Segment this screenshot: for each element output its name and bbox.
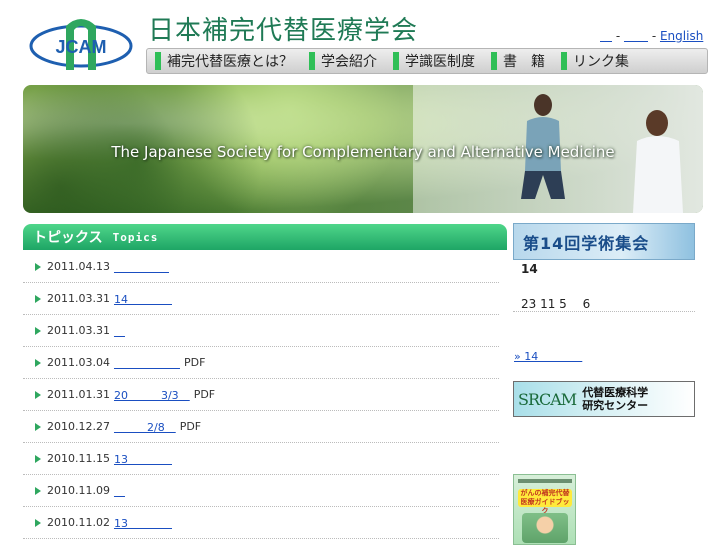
srcam-text: 代替医療科学 研究センター xyxy=(582,386,648,412)
topic-link[interactable]: 20＿＿＿3/3＿ xyxy=(114,387,190,403)
topics-title-jp: トピックス xyxy=(33,230,103,246)
srcam-banner[interactable]: SRCAM 代替医療科学 研究センター xyxy=(513,381,695,417)
hero-banner: The Japanese Society for Complementary a… xyxy=(23,85,703,213)
nav-bullet-icon xyxy=(561,52,567,70)
logo-text: JCAM xyxy=(55,37,106,57)
topic-tail: PDF xyxy=(179,420,202,433)
nav-label: 補完代替医療とは？ xyxy=(167,54,293,70)
lang-sep-2: - xyxy=(648,29,660,43)
topic-link[interactable]: ＿＿＿2/8＿ xyxy=(114,419,176,435)
jcam-logo[interactable]: JCAM xyxy=(28,14,134,72)
arrow-right-icon xyxy=(35,454,41,463)
conference-date: 23 11 5 6 xyxy=(521,297,591,311)
topic-link[interactable]: ＿＿＿＿＿＿ xyxy=(114,355,180,371)
list-item: 2010.12.27 ＿＿＿2/8＿ PDF xyxy=(23,411,499,443)
conference-banner[interactable]: 第14回学術集会 xyxy=(513,223,695,260)
arrow-right-icon xyxy=(35,358,41,367)
list-item: 2011.03.04 ＿＿＿＿＿＿ PDF xyxy=(23,347,499,379)
topic-date: 2010.11.02 xyxy=(47,516,110,529)
book-illustration-icon xyxy=(522,513,568,543)
topic-link[interactable]: ＿ xyxy=(114,323,125,339)
site-title: 日本補完代替医療学会 xyxy=(148,16,419,46)
topics-list: 2011.04.13 ＿＿＿＿＿ 2011.03.31 14＿＿＿＿ 2011.03… xyxy=(23,251,499,539)
nav-item-society[interactable]: 学会紹介 xyxy=(309,51,377,71)
nav-label: 書 籍 xyxy=(503,54,545,70)
book-title: がんの補完代替医療ガイドブック xyxy=(518,489,572,515)
topic-link[interactable]: 13＿＿＿＿ xyxy=(114,515,172,531)
topic-date: 2011.04.13 xyxy=(47,260,110,273)
srcam-line1: 代替医療科学 xyxy=(582,386,649,399)
topic-tail: PDF xyxy=(183,356,206,369)
nav-item-about-cam[interactable]: 補完代替医療とは？ xyxy=(155,51,293,71)
list-item: 2011.03.31 ＿ xyxy=(23,315,499,347)
nav-bullet-icon xyxy=(491,52,497,70)
topic-date: 2011.01.31 xyxy=(47,388,110,401)
topic-date: 2011.03.31 xyxy=(47,292,110,305)
list-item: 2010.11.15 13＿＿＿＿ xyxy=(23,443,499,475)
arrow-right-icon xyxy=(35,390,41,399)
list-item: 2010.11.09 ＿ xyxy=(23,475,499,507)
banner-text: The Japanese Society for Complementary a… xyxy=(111,143,615,161)
list-item: 2011.03.31 14＿＿＿＿ xyxy=(23,283,499,315)
topic-date: 2010.11.09 xyxy=(47,484,110,497)
conference-link[interactable]: » 14＿＿＿＿ xyxy=(514,350,582,363)
topics-header: トピックス Topics xyxy=(23,224,507,250)
topic-date: 2010.11.15 xyxy=(47,452,110,465)
lang-sep-1: - xyxy=(612,29,624,43)
nav-label: 学識医制度 xyxy=(405,54,475,70)
arrow-right-icon xyxy=(35,294,41,303)
list-item: 2011.04.13 ＿＿＿＿＿ xyxy=(23,251,499,283)
language-links: ＿ - ＿＿ - English xyxy=(600,27,703,44)
conference-number: 14 xyxy=(521,262,538,276)
topic-link[interactable]: 13＿＿＿＿ xyxy=(114,451,172,467)
sidebar-divider xyxy=(513,311,695,312)
nav-label: 学会紹介 xyxy=(321,54,377,70)
arrow-right-icon xyxy=(35,486,41,495)
topic-link[interactable]: ＿ xyxy=(114,483,125,499)
lang-link-english[interactable]: English xyxy=(660,29,703,43)
arrow-right-icon xyxy=(35,422,41,431)
lang-link-2[interactable]: ＿＿ xyxy=(624,29,648,43)
srcam-logo: SRCAM xyxy=(518,389,577,409)
topic-tail: PDF xyxy=(193,388,216,401)
conference-link-wrap: » 14＿＿＿＿ xyxy=(514,348,582,364)
topic-date: 2011.03.04 xyxy=(47,356,110,369)
jcam-logo-icon: JCAM xyxy=(29,19,133,70)
topics-title-en: Topics xyxy=(112,230,159,244)
arrow-right-icon xyxy=(35,518,41,527)
topic-link[interactable]: ＿＿＿＿＿ xyxy=(114,259,169,275)
nav-item-certification[interactable]: 学識医制度 xyxy=(393,51,475,71)
nav-item-books[interactable]: 書 籍 xyxy=(491,51,545,71)
arrow-right-icon xyxy=(35,262,41,271)
nav-bullet-icon xyxy=(309,52,315,70)
book-header-strip xyxy=(518,479,572,483)
topic-date: 2011.03.31 xyxy=(47,324,110,337)
list-item: 2010.11.02 13＿＿＿＿ xyxy=(23,507,499,539)
nav-bullet-icon xyxy=(155,52,161,70)
srcam-line2: 研究センター xyxy=(582,399,649,412)
topic-link[interactable]: 14＿＿＿＿ xyxy=(114,291,172,307)
list-item: 2011.01.31 20＿＿＿3/3＿ PDF xyxy=(23,379,499,411)
arrow-right-icon xyxy=(35,326,41,335)
main-nav: 補完代替医療とは？ 学会紹介 学識医制度 書 籍 リンク集 xyxy=(146,48,708,74)
nav-item-links[interactable]: リンク集 xyxy=(561,51,629,71)
lang-link-1[interactable]: ＿ xyxy=(600,29,612,43)
topic-date: 2010.12.27 xyxy=(47,420,110,433)
nav-bullet-icon xyxy=(393,52,399,70)
nav-label: リンク集 xyxy=(573,54,629,70)
guidebook-cover[interactable]: がんの補完代替医療ガイドブック xyxy=(513,474,576,545)
